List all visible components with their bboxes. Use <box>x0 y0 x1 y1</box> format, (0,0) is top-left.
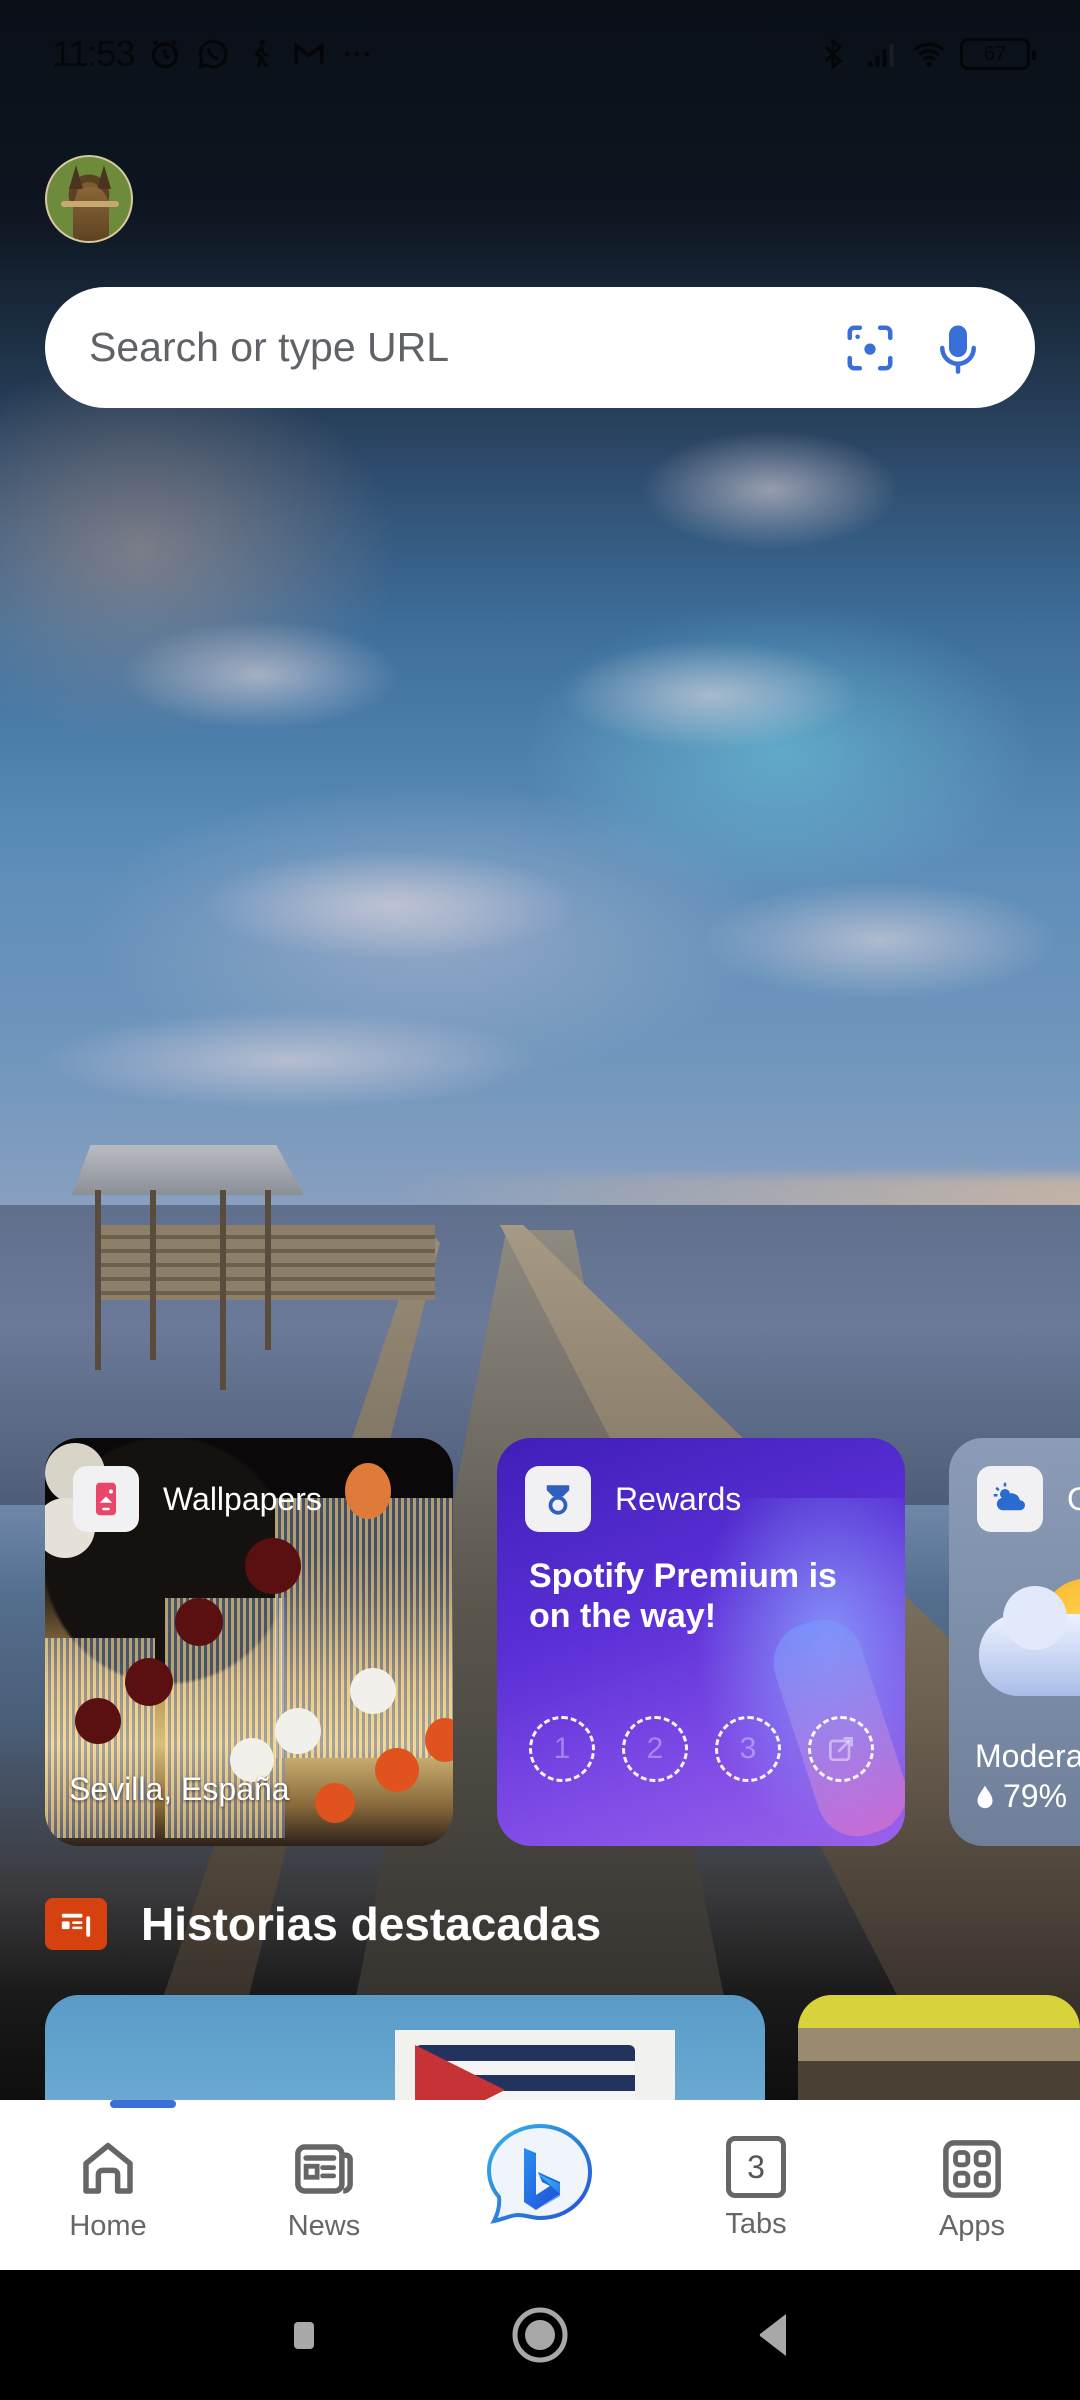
news-card[interactable] <box>45 1995 765 2105</box>
gazebo-post <box>220 1190 226 1390</box>
apps-grid-icon <box>943 2140 1001 2198</box>
battery-indicator: 67 <box>960 38 1036 70</box>
back-icon <box>759 2314 786 2356</box>
card-header: C <box>977 1466 1080 1532</box>
reward-step: 3 <box>715 1716 781 1782</box>
nav-label: Home <box>69 2210 147 2242</box>
card-title: Rewards <box>615 1480 742 1517</box>
nav-label: Apps <box>938 2210 1006 2242</box>
wallpaper-location: Sevilla, España <box>69 1771 290 1807</box>
lantern <box>345 1463 391 1519</box>
gazebo-post <box>265 1190 271 1350</box>
avatar-stick <box>61 201 119 207</box>
more-icon <box>340 37 374 71</box>
lantern <box>275 1708 321 1754</box>
gazebo-roof <box>72 1145 304 1195</box>
gazebo-post <box>95 1190 101 1370</box>
nav-news[interactable]: News <box>216 2100 432 2270</box>
rewards-card[interactable]: Rewards Spotify Premium is on the way! 1… <box>497 1438 905 1846</box>
gmail-icon <box>292 37 326 71</box>
system-nav-bar <box>0 2270 1080 2400</box>
medal-icon <box>525 1466 591 1532</box>
redeem-icon <box>829 1737 853 1761</box>
redeem-step <box>808 1716 874 1782</box>
weather-cloud-graphic <box>979 1586 1080 1696</box>
lantern <box>375 1748 419 1792</box>
cloud <box>640 430 900 550</box>
nav-home[interactable]: Home <box>0 2100 216 2270</box>
weather-condition: Modera <box>975 1738 1080 1774</box>
reward-step: 1 <box>529 1716 595 1782</box>
avatar-dog <box>73 187 109 241</box>
avatar-dog-ear <box>97 165 111 189</box>
lantern <box>245 1538 301 1594</box>
cloud <box>40 1010 540 1110</box>
lantern <box>315 1783 355 1823</box>
lantern <box>125 1658 173 1706</box>
recents-icon <box>294 2322 314 2349</box>
profile-avatar[interactable] <box>45 155 133 243</box>
copilot-icon <box>486 2123 593 2224</box>
card-header: Wallpapers <box>73 1466 322 1532</box>
cards-carousel[interactable]: Wallpapers Sevilla, España Rewards Spoti… <box>45 1438 1080 1846</box>
alarm-icon <box>148 37 182 71</box>
home-icon <box>83 2142 133 2194</box>
status-right: 67 <box>816 37 1036 71</box>
whatsapp-icon <box>196 37 230 71</box>
humidity-value: 79% <box>1003 1778 1068 1814</box>
wallpapers-card[interactable]: Wallpapers Sevilla, España <box>45 1438 453 1846</box>
status-time: 11:53 <box>52 33 135 74</box>
camera-scan-icon[interactable] <box>841 319 899 377</box>
nav-label: News <box>287 2210 361 2242</box>
active-tab-indicator <box>110 2100 176 2108</box>
nav-copilot[interactable] <box>432 2100 648 2270</box>
nav-tabs[interactable]: 3 Tabs <box>648 2100 864 2270</box>
cloud <box>200 850 580 960</box>
news-icon <box>45 1898 107 1950</box>
card-header: Rewards <box>525 1466 741 1532</box>
home-circle-icon <box>512 2307 568 2363</box>
droplet-icon <box>977 1785 993 1808</box>
bluetooth-icon <box>816 37 850 71</box>
back-button[interactable] <box>724 2270 824 2400</box>
lantern <box>75 1698 121 1744</box>
status-bar: 11:53 67 <box>0 0 1080 108</box>
bottom-nav: Home News 3 Tabs Apps <box>0 2100 1080 2270</box>
reward-steps: 1 2 3 <box>529 1716 874 1782</box>
wifi-icon <box>912 37 946 71</box>
weather-card[interactable]: C Modera 79% <box>949 1438 1080 1846</box>
lantern <box>350 1668 396 1714</box>
section-header: Historias destacadas <box>45 1897 601 1951</box>
cloud <box>700 880 1060 1000</box>
gazebo-post <box>150 1190 156 1360</box>
tabs-icon: 3 <box>726 2136 786 2198</box>
status-left: 11:53 <box>52 33 374 75</box>
cloud <box>560 640 860 750</box>
avatar-dog-ear <box>69 165 83 189</box>
microphone-icon[interactable] <box>929 319 987 377</box>
wallpaper-icon <box>73 1466 139 1532</box>
card-title: Wallpapers <box>163 1480 322 1517</box>
news-card[interactable] <box>798 1995 1080 2105</box>
nav-label: Tabs <box>725 2208 787 2240</box>
card-title: C <box>1067 1480 1080 1517</box>
weather-icon <box>977 1466 1043 1532</box>
lantern <box>175 1598 223 1646</box>
walking-icon <box>244 37 278 71</box>
home-button[interactable] <box>490 2270 590 2400</box>
weather-humidity: 79% <box>975 1778 1067 1815</box>
reward-step: 2 <box>622 1716 688 1782</box>
cloud <box>120 620 400 730</box>
reward-title: Spotify Premium is on the way! <box>529 1557 837 1635</box>
search-input[interactable] <box>89 324 841 371</box>
signal-icon <box>864 37 898 71</box>
search-bar[interactable] <box>45 287 1035 408</box>
section-title: Historias destacadas <box>141 1898 602 1950</box>
nav-apps[interactable]: Apps <box>864 2100 1080 2270</box>
newspaper-icon <box>295 2144 353 2194</box>
recents-button[interactable] <box>254 2270 354 2400</box>
